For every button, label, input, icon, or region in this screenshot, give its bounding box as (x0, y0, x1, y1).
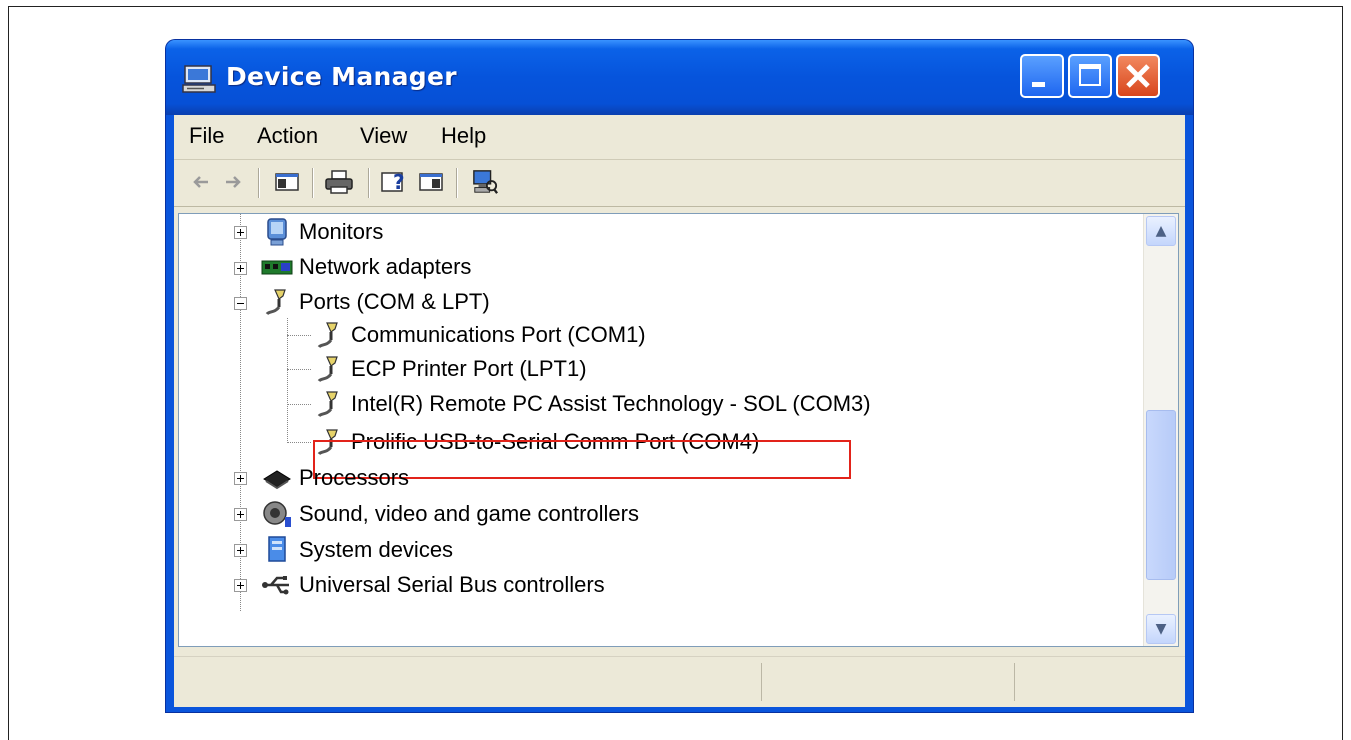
tree-node-com1[interactable]: Communications Port (COM1) (313, 317, 646, 353)
menu-help[interactable]: Help (441, 123, 486, 149)
help-icon[interactable]: ? (380, 169, 410, 195)
status-pane (761, 663, 762, 701)
scrollbar-thumb[interactable] (1146, 410, 1176, 580)
window-title: Device Manager (226, 62, 457, 91)
expand-toggle[interactable] (234, 262, 247, 275)
collapse-toggle[interactable] (234, 297, 247, 310)
toolbar-separator (258, 168, 260, 198)
forward-arrow-icon[interactable] (222, 169, 244, 195)
port-connector-icon (317, 356, 338, 383)
toolbar-separator (456, 168, 458, 198)
properties-icon[interactable] (418, 169, 444, 195)
tree-node-processors[interactable]: Processors (261, 460, 409, 496)
usb-icon (262, 576, 289, 595)
tree-node-usb-controllers[interactable]: Universal Serial Bus controllers (261, 567, 605, 603)
speaker-icon (263, 501, 291, 527)
scroll-up-button[interactable]: ▲ (1146, 216, 1176, 246)
print-icon[interactable] (324, 169, 354, 195)
menu-file[interactable]: File (189, 123, 224, 149)
close-icon (1126, 64, 1150, 88)
port-connector-icon (265, 289, 286, 316)
status-bar (174, 656, 1185, 707)
maximize-button[interactable] (1068, 54, 1112, 98)
show-hide-console-tree-icon[interactable] (274, 169, 300, 195)
tree-node-ports[interactable]: Ports (COM & LPT) (261, 284, 490, 320)
device-manager-window: Device Manager File Action View Help ? M… (166, 40, 1193, 712)
tree-node-network-adapters[interactable]: Network adapters (261, 249, 471, 285)
scan-hardware-icon[interactable] (470, 169, 500, 195)
tree-connector (287, 369, 311, 370)
tree-connector (287, 318, 288, 443)
tree-connector (287, 335, 311, 336)
toolbar-separator (368, 168, 370, 198)
svg-text:?: ? (393, 170, 405, 194)
device-tree[interactable]: Monitors Network adapters Ports (COM & L… (178, 213, 1179, 647)
network-adapter-icon (261, 260, 293, 275)
expand-toggle[interactable] (234, 472, 247, 485)
vertical-scrollbar[interactable]: ▲ ▼ (1143, 214, 1178, 646)
expand-toggle[interactable] (234, 544, 247, 557)
expand-toggle[interactable] (234, 508, 247, 521)
tree-node-sound[interactable]: Sound, video and game controllers (261, 496, 639, 532)
back-arrow-icon[interactable] (190, 169, 212, 195)
tree-node-system-devices[interactable]: System devices (261, 532, 453, 568)
close-button[interactable] (1116, 54, 1160, 98)
tree-node-lpt1[interactable]: ECP Printer Port (LPT1) (313, 351, 587, 387)
port-connector-icon (317, 322, 338, 349)
tree-node-com3[interactable]: Intel(R) Remote PC Assist Technology - S… (313, 386, 871, 422)
expand-toggle[interactable] (234, 579, 247, 592)
tree-node-monitors[interactable]: Monitors (261, 214, 383, 250)
scroll-down-button[interactable]: ▼ (1146, 614, 1176, 644)
processor-icon (263, 470, 291, 490)
title-bar[interactable]: Device Manager (166, 40, 1193, 115)
port-connector-icon (317, 391, 338, 418)
system-device-icon (268, 536, 286, 562)
menu-view[interactable]: View (360, 123, 407, 149)
window-client-area: File Action View Help ? Monitors Network… (174, 115, 1185, 707)
tree-connector (287, 442, 311, 443)
toolbar: ? (174, 160, 1185, 207)
expand-toggle[interactable] (234, 226, 247, 239)
menu-action[interactable]: Action (257, 123, 318, 149)
monitor-icon (267, 218, 287, 246)
tree-connector (287, 404, 311, 405)
status-pane (1014, 663, 1015, 701)
minimize-button[interactable] (1020, 54, 1064, 98)
menu-bar: File Action View Help (174, 115, 1185, 160)
computer-icon (182, 65, 216, 93)
toolbar-separator (312, 168, 314, 198)
